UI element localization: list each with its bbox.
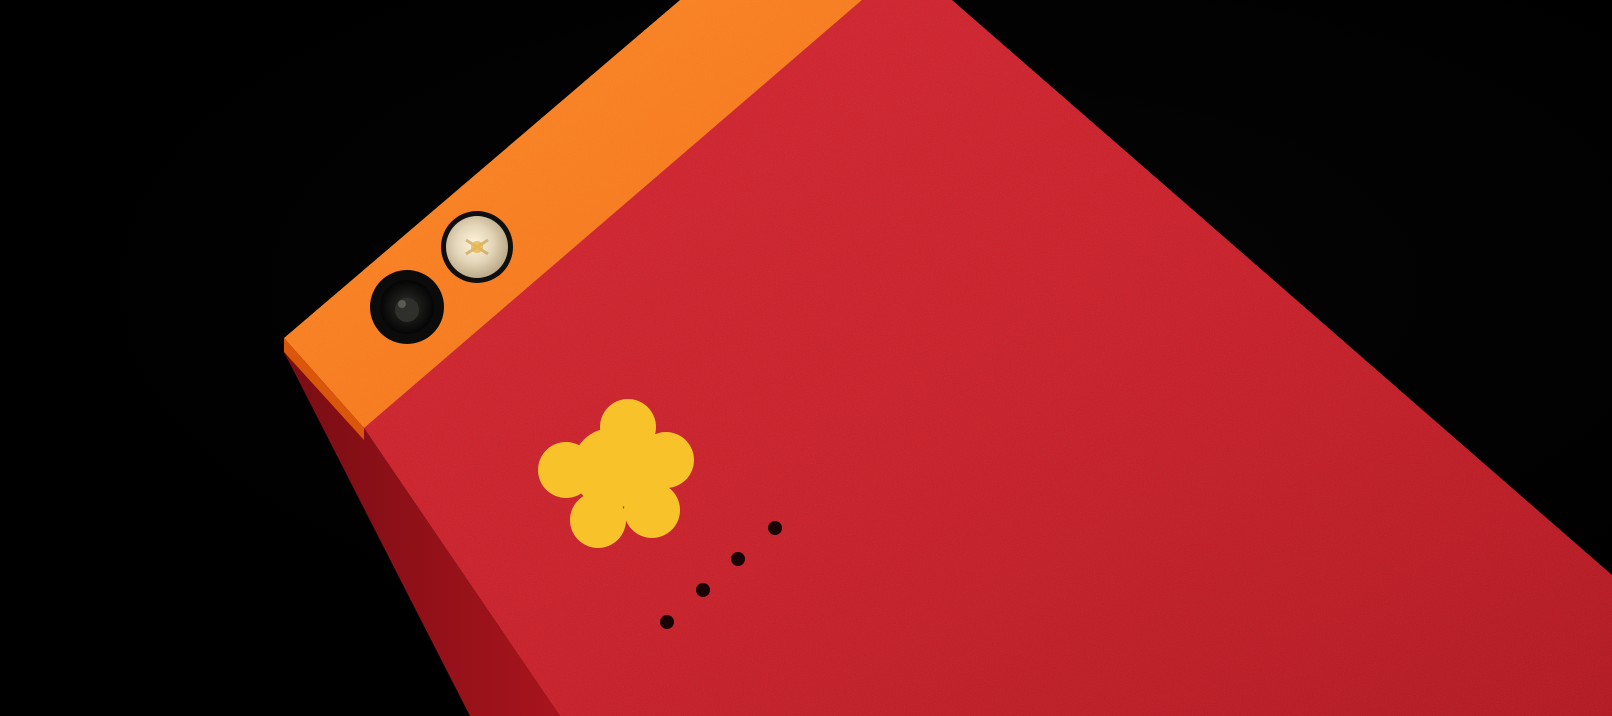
body-texture [364,0,1612,716]
phone-illustration [284,0,1612,716]
camera-lens-icon [370,270,444,344]
photo-scene [0,0,1612,716]
flash-icon [441,211,513,283]
